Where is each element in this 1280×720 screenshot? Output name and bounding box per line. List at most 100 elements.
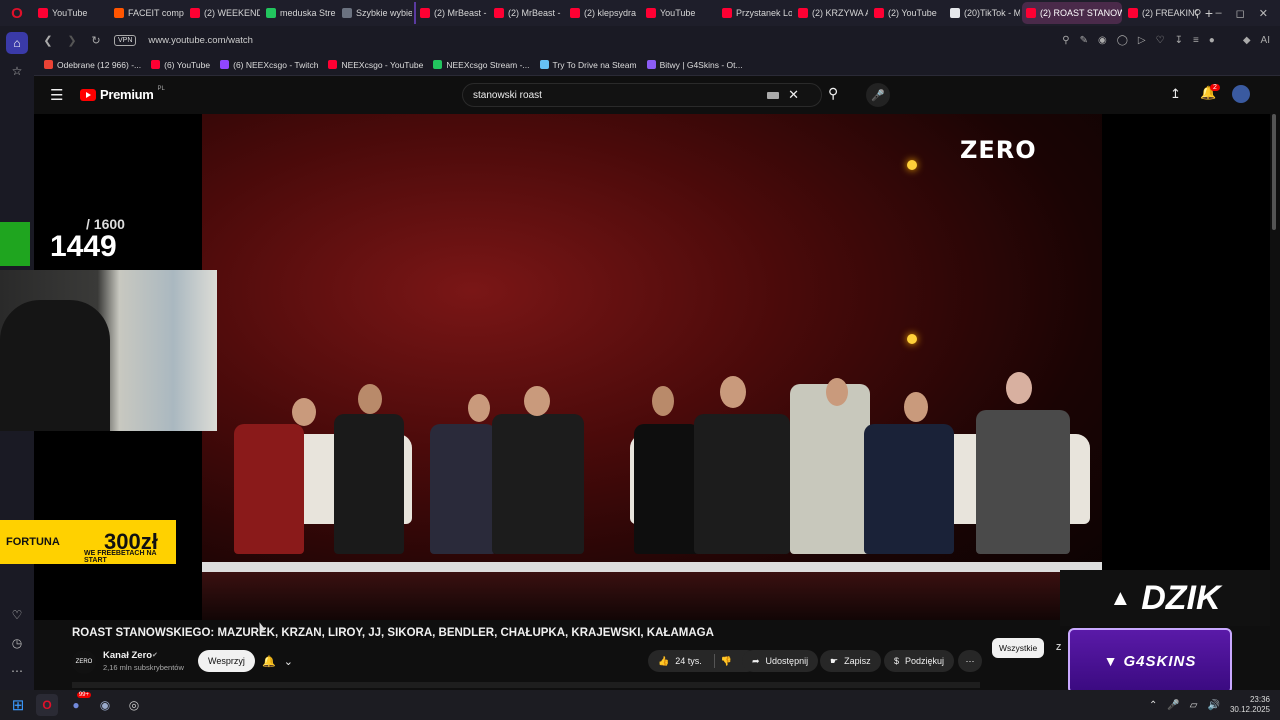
browser-tab[interactable]: (20)TikTok - M [946,2,1020,24]
browser-tab[interactable]: (2) klepsydra [566,2,640,24]
panelist-head [904,392,928,422]
dislike-icon[interactable]: 👎 [721,656,732,667]
discord-icon[interactable]: ● 99+ [65,692,91,716]
browser-tab[interactable]: (2) KRZYWA A [794,2,868,24]
tab-label: (2) ROAST STANOW [1040,8,1122,18]
keyboard-icon[interactable] [767,92,779,99]
tray-chevron-icon[interactable]: ⌃ [1149,700,1157,711]
address-bar-actions: ⚲ ✎ ◉ ◯ ▷ ♡ ↧ ≡ ● ◆ AI [1062,26,1270,54]
save-button[interactable]: ☛ Zapisz [820,650,881,672]
search-input[interactable]: stanowski roast ✕ [462,83,822,107]
vpn-badge[interactable]: VPN [114,34,137,46]
browser-tab[interactable]: (2) YouTube [870,2,944,24]
play-icon[interactable]: ▷ [1138,35,1146,46]
browser-tab[interactable]: meduska Stre [262,2,336,24]
g4skins-sponsor-banner: ▼ G4SKINS [1068,628,1232,694]
page-scrollbar[interactable] [1272,114,1276,230]
panelist [864,424,954,554]
minimize-icon[interactable]: – [1216,7,1222,19]
volume-icon[interactable]: 🔊 [1208,700,1220,711]
url-field[interactable]: www.youtube.com/watch [148,35,253,46]
close-window-icon[interactable]: ✕ [1259,7,1268,20]
description-box-edge [72,682,980,688]
browser-tab[interactable]: (2) FREAKING [1124,2,1198,24]
browser-tab[interactable]: Szybkie wybie [338,2,412,24]
bookmark-item[interactable]: Try To Drive na Steam [539,60,637,70]
shield-icon[interactable]: ◯ [1117,35,1128,46]
obs-icon[interactable]: ◎ [123,694,145,716]
opera-taskbar-icon[interactable]: O [36,694,58,716]
video-player[interactable]: ZERO [34,114,1270,620]
bookmark-item[interactable]: NEEXcsgo Stream -... [433,60,530,70]
heart-icon[interactable]: ♡ [6,604,28,626]
forward-icon[interactable]: ❯ [62,34,82,47]
bookmark-item[interactable]: NEEXcsgo - YouTube [328,60,423,70]
browser-tab[interactable]: Przystanek Lo [718,2,792,24]
save-icon: ☛ [830,655,839,666]
download-icon[interactable]: ↧ [1175,35,1183,46]
opera-icon[interactable]: O [0,0,34,26]
home-icon[interactable]: ⌂ [6,32,28,54]
panelist-head [1006,372,1032,404]
browser-tab[interactable]: YouTube [642,2,716,24]
maximize-icon[interactable]: ◻ [1236,7,1245,20]
panelist [694,414,790,554]
browser-tab[interactable]: FACEIT compe [110,2,184,24]
bookmark-item[interactable]: (6) YouTube [151,60,210,70]
browser-tab[interactable]: (2) MrBeast - [490,2,564,24]
bookmark-item[interactable]: Odebrane (12 966) -... [44,60,141,70]
thanks-button[interactable]: $ Podziękuj [884,650,955,672]
channel-name[interactable]: Kanał Zero [103,650,152,661]
panelist [976,410,1070,554]
tab-label: (2) FREAKING [1142,8,1198,18]
extension-icon[interactable]: ◆ [1243,35,1251,46]
tab-favicon-icon [1026,8,1036,18]
like-icon[interactable]: 👍 [658,656,669,667]
windows-start-icon[interactable]: ⊞ [7,694,29,716]
browser-tab[interactable]: (2) WEEKEND [186,2,260,24]
discord-badge: 99+ [76,692,91,698]
back-icon[interactable]: ❮ [38,34,58,47]
support-button[interactable]: Wesprzyj [198,650,255,672]
bookmark-favicon-icon [433,60,443,69]
network-icon[interactable]: ▱ [1190,700,1198,711]
chip-next[interactable]: Z [1056,642,1061,652]
notification-settings-button[interactable]: 🔔 ⌄ [256,650,300,672]
history-icon[interactable]: ◷ [6,632,28,654]
share-icon: ➦ [752,655,760,666]
like-count[interactable]: 24 tys. [675,656,702,666]
microphone-icon[interactable]: 🎤 [866,83,890,107]
microphone-tray-icon[interactable]: 🎤 [1167,700,1179,711]
clock[interactable]: 23:36 30.12.2025 [1230,695,1270,715]
search-icon[interactable]: ⚲ [828,85,838,102]
upload-icon[interactable]: ↥ [1170,86,1181,102]
menu-lines-icon[interactable]: ≡ [1193,35,1199,46]
tab-favicon-icon [342,8,352,18]
more-actions-button[interactable]: ⋯ [958,650,982,672]
tab-search-icon[interactable]: ⚲ [1193,7,1201,20]
account-icon[interactable]: ● [1209,35,1215,46]
windows-taskbar: ⊞ O ● 99+ ◉ ◎ ⌃ 🎤 ▱ 🔊 23:36 30.12.2025 [0,690,1280,720]
ai-button[interactable]: AI [1261,35,1270,46]
bookmark-item[interactable]: Bitwy | G4Skins - Ot... [646,60,743,70]
more-icon[interactable]: ⋯ [6,660,28,682]
edit-icon[interactable]: ✎ [1080,35,1088,46]
search-page-icon[interactable]: ⚲ [1062,35,1069,46]
channel-avatar[interactable]: ZERO [72,650,96,674]
share-button[interactable]: ➦ Udostępnij [742,650,819,672]
chip-all[interactable]: Wszystkie [992,638,1045,658]
browser-tab[interactable]: (2) MrBeast - [414,2,488,24]
camera-icon[interactable]: ◉ [1098,35,1107,46]
youtube-logo[interactable]: Premium PL [80,86,165,102]
bookmark-heart-icon[interactable]: ♡ [1156,35,1165,46]
bookmark-item[interactable]: (6) NEEXcsgo - Twitch [220,60,318,70]
steam-icon[interactable]: ◉ [94,694,116,716]
hamburger-menu-icon[interactable]: ☰ [50,86,63,104]
browser-tab[interactable]: YouTube [34,2,108,24]
reload-icon[interactable]: ↻ [86,34,106,47]
clear-search-icon[interactable]: ✕ [788,87,799,103]
tab-favicon-icon [950,8,960,18]
avatar[interactable] [1232,85,1250,103]
browser-tab[interactable]: (2) ROAST STANOW [1022,2,1122,24]
pinboard-icon[interactable]: ☆ [6,60,28,82]
